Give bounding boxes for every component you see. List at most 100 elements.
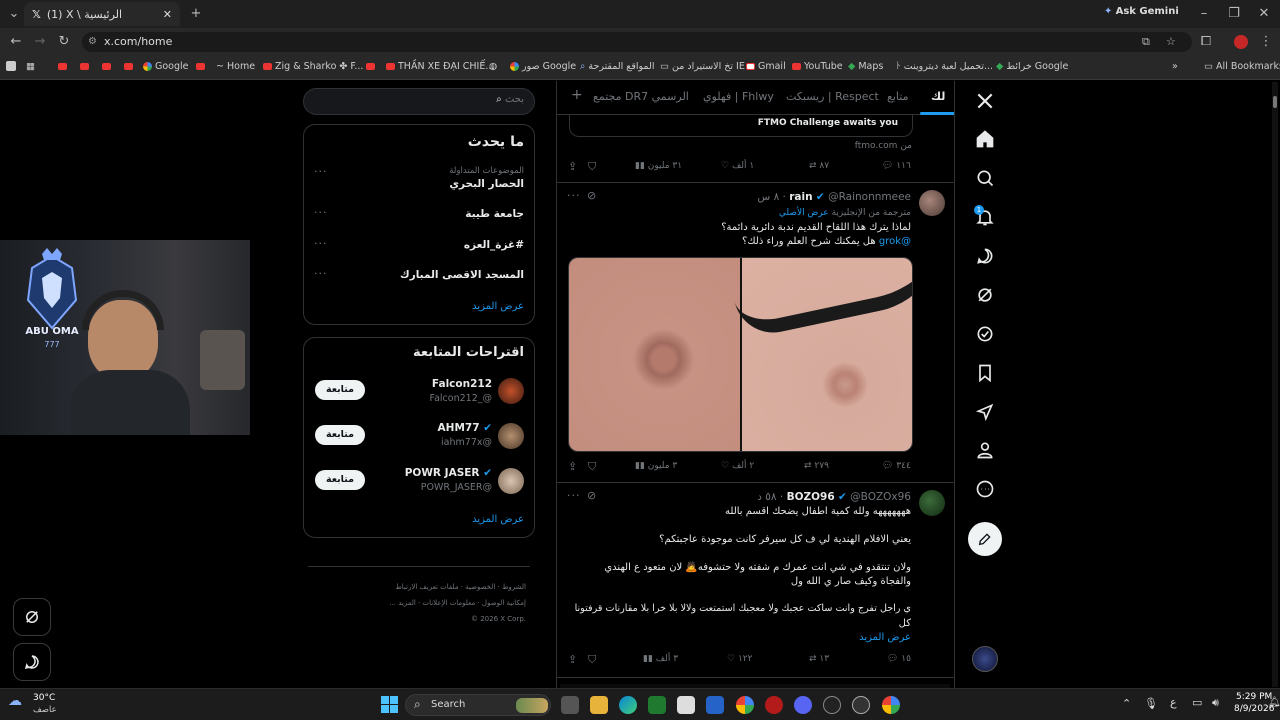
bookmark-suggested[interactable]: ⌕ المواقع المقترحة — [580, 60, 654, 74]
ad-source[interactable]: من ftmo.com — [855, 141, 912, 151]
share-icon[interactable]: ⇪ — [568, 460, 577, 473]
ad-card[interactable]: FTMO Challenge awaits you — [569, 115, 913, 137]
author-name[interactable]: rain — [789, 191, 812, 203]
bookmark-zig[interactable]: Zig & Sharko ✤ F... — [263, 60, 363, 74]
suggestion-name[interactable]: ✔ POWR JASER — [405, 467, 492, 479]
clock-time[interactable]: 5:29 PM — [1236, 692, 1272, 702]
post-more-icon[interactable]: ··· — [567, 489, 581, 502]
reply-button[interactable]: 💬︎ ١١٦ — [882, 161, 911, 171]
page-scrollbar[interactable] — [1272, 82, 1278, 687]
suggestion-avatar[interactable] — [498, 468, 524, 494]
address-bar[interactable]: ⚙ x.com/home ⧉ ☆ — [82, 32, 1192, 52]
minimize-icon[interactable]: – — [1194, 4, 1214, 24]
bookmark-yt-3[interactable] — [102, 60, 114, 74]
post-more-icon[interactable]: ··· — [567, 189, 581, 202]
repost-button[interactable]: ⇄ ١٣ — [809, 654, 829, 664]
follow-button[interactable]: متابعة — [315, 380, 365, 400]
repost-button[interactable]: ⇄ ٨٧ — [809, 161, 829, 171]
scrollbar-thumb[interactable] — [1273, 96, 1277, 108]
chrome-menu-icon[interactable]: ⋮ — [1256, 32, 1276, 52]
account-avatar[interactable] — [972, 646, 998, 672]
trend-more-icon[interactable]: ··· — [314, 267, 328, 280]
store-icon[interactable] — [677, 696, 695, 714]
repost-button[interactable]: ⇄ ٢٧٩ — [804, 461, 829, 471]
close-tab-icon[interactable]: ✕ — [163, 8, 172, 21]
author-name[interactable]: BOZO96 — [787, 491, 835, 503]
trends-show-more[interactable]: عرض المزيد — [472, 301, 524, 312]
footer-link-privacy[interactable]: الخصوصية — [465, 583, 495, 591]
all-bookmarks[interactable]: ▭ All Bookmarks — [1204, 60, 1280, 74]
show-more-link[interactable]: عرض المزيد — [859, 632, 911, 643]
chrome-icon[interactable] — [736, 696, 754, 714]
trend-more-icon[interactable]: ··· — [314, 237, 328, 250]
bookmark-google-images[interactable]: صور Google — [510, 60, 576, 74]
bookmark-than-xe[interactable]: THẦN XE ĐẠI CHIẾ... — [386, 60, 494, 74]
suggestion-name[interactable]: Falcon212 — [432, 378, 492, 390]
post-time[interactable]: ٨ س — [757, 191, 779, 203]
tray-overflow-icon[interactable]: ⌃ — [1122, 697, 1131, 710]
grok-app-icon[interactable] — [852, 696, 870, 714]
author-handle[interactable]: @BOZOx96 — [850, 491, 911, 503]
suggestion-handle[interactable]: @iahm77x — [441, 437, 492, 448]
messages-icon[interactable] — [972, 243, 998, 269]
follow-button[interactable]: متابعة — [315, 470, 365, 490]
bookmark-ie-import[interactable]: ▭ تخ الاستيراد من IE — [660, 60, 745, 74]
site-info-icon[interactable]: ⚙ — [88, 32, 97, 52]
apps-grid-icon[interactable]: ▦ — [26, 60, 35, 74]
suggestion-avatar[interactable] — [498, 423, 524, 449]
weather-temp[interactable]: 30°C — [33, 693, 55, 703]
reply-button[interactable]: 💬︎ ١٥ — [887, 654, 911, 664]
bookmark-globe[interactable]: ◍ — [489, 60, 497, 74]
footer-link-ads[interactable]: معلومات الإعلانات — [423, 599, 476, 607]
like-button[interactable]: ♡ ١٢٢ — [727, 654, 752, 664]
views-button[interactable]: ▮▮ ٣ مليون — [635, 461, 677, 471]
close-window-icon[interactable]: ✕ — [1254, 4, 1274, 24]
trend-more-icon[interactable]: ··· — [314, 206, 328, 219]
bookmark-icon[interactable]: ⛉ — [588, 160, 596, 174]
windows-start-icon[interactable] — [381, 696, 398, 713]
footer-link-accessibility[interactable]: إمكانية الوصول — [482, 599, 526, 607]
tab-fhlwy[interactable]: فهلوي | Fhlwy — [703, 90, 774, 103]
like-button[interactable]: ♡ ١ ألف — [721, 161, 754, 171]
new-tab-button[interactable]: + — [186, 4, 206, 24]
edge-icon[interactable] — [619, 696, 637, 714]
bookmark-yt-4[interactable] — [124, 60, 136, 74]
back-icon[interactable]: ← — [6, 32, 26, 52]
more-icon[interactable] — [972, 476, 998, 502]
app-dark-icon[interactable] — [823, 696, 841, 714]
post-media[interactable] — [568, 257, 913, 452]
views-button[interactable]: ▮▮ ٣١ مليون — [635, 161, 682, 171]
bookmark-yt-1[interactable] — [58, 60, 70, 74]
share-icon[interactable]: ⇪ — [568, 653, 577, 666]
tab-dr7[interactable]: مجتمع DR7 الرسمي — [593, 90, 689, 103]
file-explorer-icon[interactable] — [590, 696, 608, 714]
bookmark-home[interactable]: ~ Home — [216, 60, 255, 74]
suggestion-handle[interactable]: @_Falcon212 — [430, 393, 493, 404]
bookmark-game[interactable]: ﾄ تحميل لعبة ديتروينت... — [896, 60, 993, 74]
footer-link-cookies[interactable]: ملفات تعريف الارتباط — [395, 583, 458, 591]
bookmark-gmail[interactable]: Gmail — [746, 60, 786, 74]
bookmark-icon[interactable]: ⛉ — [588, 460, 596, 474]
show-original-link[interactable]: عرض الأصلي — [779, 208, 829, 218]
suggestion-name[interactable]: ✔ AHM77 — [438, 422, 492, 434]
notifications-icon[interactable]: 1 — [972, 204, 998, 230]
like-button[interactable]: ♡ ٢ ألف — [721, 461, 754, 471]
language-indicator[interactable]: ع — [1170, 696, 1177, 709]
post-avatar[interactable] — [919, 190, 945, 216]
monitor-icon[interactable]: ▭ — [1192, 696, 1202, 709]
bookmark-yt-5[interactable] — [196, 60, 208, 74]
bookmark-yt-6[interactable] — [366, 60, 378, 74]
footer-link-more[interactable]: المزيد ... — [389, 599, 416, 607]
x-logo-icon[interactable] — [972, 88, 998, 114]
microphone-icon[interactable]: 🎙︎ — [1144, 697, 1158, 710]
tab-list-icon[interactable]: ⌄ — [4, 4, 24, 24]
views-button[interactable]: ▮▮ ٣ ألف — [643, 654, 678, 664]
bookmark-star-icon[interactable]: ☆ — [1166, 32, 1176, 52]
forward-icon[interactable]: → — [30, 32, 50, 52]
grok-post-icon[interactable]: ⊘ — [587, 189, 596, 202]
rocket-icon[interactable] — [972, 399, 998, 425]
bookmark-google[interactable]: Google — [143, 60, 189, 74]
app-red-icon[interactable] — [765, 696, 783, 714]
follow-button[interactable]: متابعة — [315, 425, 365, 445]
tab-for-you[interactable]: لك — [931, 90, 945, 103]
